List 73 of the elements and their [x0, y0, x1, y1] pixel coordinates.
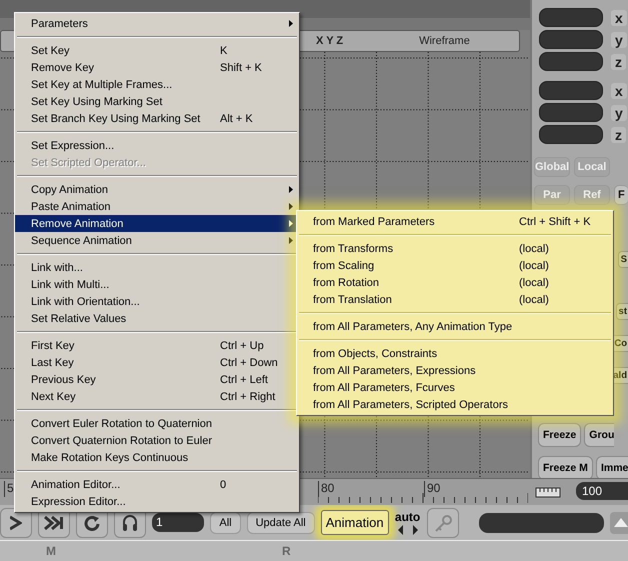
menu-item[interactable]: from Scaling (local): [297, 257, 613, 274]
menu-item[interactable]: Expression Editor...: [15, 493, 299, 510]
key-icon: [432, 514, 453, 532]
loop-icon: [84, 514, 100, 530]
value-field[interactable]: [539, 125, 603, 144]
frame-field[interactable]: 1: [152, 513, 204, 532]
axis-button[interactable]: x: [611, 10, 627, 26]
headphones-icon: [121, 514, 139, 532]
ruler-icon[interactable]: [535, 485, 561, 499]
menu-item[interactable]: Link with Multi...: [15, 276, 299, 293]
panel-button[interactable]: Freeze: [538, 423, 582, 447]
display-mode-menu[interactable]: Wireframe: [419, 35, 470, 47]
menu-item[interactable]: from All Parameters, Expressions: [297, 362, 613, 379]
menu-item[interactable]: Previous Key Ctrl + Left: [15, 371, 299, 388]
menu-item[interactable]: Set Key at Multiple Frames...: [15, 76, 299, 93]
menu-item[interactable]: Convert Quaternion Rotation to Euler: [15, 432, 299, 449]
all-button[interactable]: All: [210, 512, 241, 534]
menu-item[interactable]: from Rotation (local): [297, 274, 613, 291]
menu-item[interactable]: Make Rotation Keys Continuous: [15, 449, 299, 466]
timeline-ruler[interactable]: [318, 493, 528, 503]
menu-item[interactable]: from All Parameters, Any Animation Type: [297, 318, 613, 335]
axis-toggles[interactable]: X Y Z: [316, 35, 344, 47]
frame-tick-label: 90: [424, 481, 440, 497]
value-field[interactable]: [539, 81, 603, 100]
menu-item[interactable]: First Key Ctrl + Up: [15, 337, 299, 354]
menu-item[interactable]: Set Expression...: [15, 137, 299, 154]
menu-item[interactable]: Set Relative Values: [15, 310, 299, 327]
menu-item[interactable]: Remove Animation: [15, 215, 299, 232]
value-field[interactable]: [539, 8, 603, 27]
next-key-icon: [44, 514, 64, 530]
menu-item[interactable]: Set Branch Key Using Marking Set Alt + K: [15, 110, 299, 127]
menu-item[interactable]: Remove Key Shift + K: [15, 59, 299, 76]
value-field[interactable]: [539, 52, 603, 71]
menu-item[interactable]: Copy Animation: [15, 181, 299, 198]
menu-item[interactable]: Paste Animation: [15, 198, 299, 215]
end-frame-field[interactable]: 100: [576, 482, 628, 500]
marker-label: M: [46, 544, 56, 558]
panel-button[interactable]: S: [618, 251, 628, 268]
menu-item[interactable]: Link with...: [15, 259, 299, 276]
menu-item[interactable]: Convert Euler Rotation to Quaternion: [15, 415, 299, 432]
menu-item[interactable]: Animation Editor... 0: [15, 476, 299, 493]
menu-item[interactable]: from Marked Parameters Ctrl + Shift + K: [297, 213, 613, 230]
menu-item[interactable]: from Translation (local): [297, 291, 613, 308]
play-icon: [10, 514, 22, 530]
axis-button[interactable]: y: [611, 104, 627, 120]
frame-tick-label: 80: [318, 481, 334, 497]
menu-item[interactable]: Set Key Using Marking Set: [15, 93, 299, 110]
panel-button[interactable]: st: [616, 303, 628, 320]
animation-button[interactable]: Animation: [320, 510, 389, 535]
axis-button[interactable]: x: [611, 82, 627, 98]
panel-button[interactable]: Freeze M: [538, 456, 593, 478]
panel-button[interactable]: Grou: [584, 423, 614, 447]
menu-item[interactable]: Set Key K: [15, 42, 299, 59]
menu-item[interactable]: from All Parameters, Fcurves: [297, 379, 613, 396]
key-field[interactable]: [478, 512, 604, 532]
update-all-button[interactable]: Update All: [246, 512, 315, 534]
menu-item[interactable]: Sequence Animation: [15, 232, 299, 249]
menu-item[interactable]: from Transforms (local): [297, 240, 613, 257]
menu-item[interactable]: Next Key Ctrl + Right: [15, 388, 299, 405]
panel-button[interactable]: Imme: [596, 456, 628, 478]
menu-item[interactable]: Last Key Ctrl + Down: [15, 354, 299, 371]
value-field[interactable]: [539, 30, 603, 49]
menu-item[interactable]: Link with Orientation...: [15, 293, 299, 310]
menu-item[interactable]: from Objects, Constraints: [297, 345, 613, 362]
marker-label: R: [282, 544, 291, 558]
menu-item[interactable]: Parameters: [15, 15, 299, 32]
axis-button[interactable]: z: [611, 54, 626, 70]
panel-button[interactable]: F: [614, 185, 628, 205]
axis-button[interactable]: y: [611, 32, 627, 48]
auto-key-toggle[interactable]: auto: [394, 510, 420, 524]
value-field[interactable]: [539, 103, 603, 122]
axis-button[interactable]: z: [611, 126, 626, 142]
menu-item[interactable]: from All Parameters, Scripted Operators: [297, 396, 613, 413]
